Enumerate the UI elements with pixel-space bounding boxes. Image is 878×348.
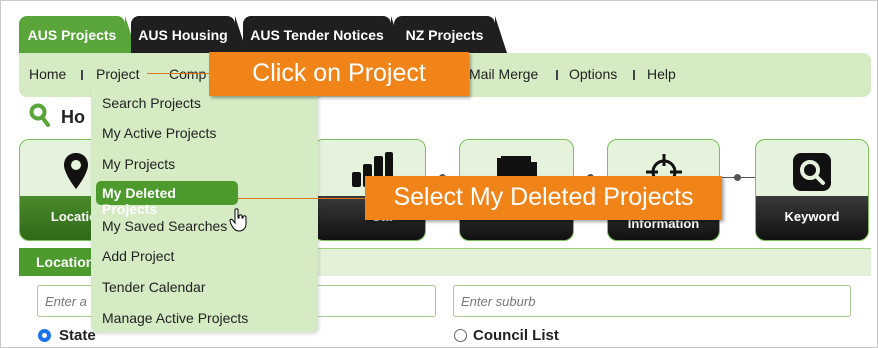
tab-aus-housing[interactable]: AUS Housing [131, 16, 247, 53]
radio-council-list-label: Council List [473, 327, 559, 344]
project-dropdown-menu: Search Projects My Active Projects My Pr… [91, 87, 318, 332]
menu-item-my-projects[interactable]: My Projects [102, 156, 175, 172]
menu-item-my-active-projects[interactable]: My Active Projects [102, 125, 216, 141]
screenshot-frame: AUS Projects AUS Housing AUS Tender Noti… [0, 0, 878, 348]
tab-nz-projects[interactable]: NZ Projects [394, 16, 507, 53]
nav-separator [556, 70, 558, 80]
location-section-tab[interactable]: Location [19, 248, 94, 276]
connector-dot [734, 174, 741, 181]
tab-label: AUS Projects [27, 26, 117, 43]
tab-aus-projects[interactable]: AUS Projects [19, 16, 137, 53]
tab-label: AUS Tender Notices [250, 26, 384, 43]
radio-state-label: State [59, 327, 96, 344]
nav-home[interactable]: Home [29, 66, 66, 82]
page-title: Ho [61, 107, 85, 127]
menu-item-tender-calendar[interactable]: Tender Calendar [102, 279, 206, 295]
radio-state[interactable] [38, 329, 51, 342]
menu-item-search-projects[interactable]: Search Projects [102, 95, 201, 111]
map-pin-icon [64, 153, 88, 189]
search-icon [29, 103, 50, 127]
suburb-input[interactable]: Enter suburb [453, 285, 851, 317]
nav-comp[interactable]: Comp [169, 66, 206, 82]
menu-item-my-deleted-projects[interactable]: My Deleted Projects [96, 181, 238, 217]
radio-council-list[interactable] [454, 329, 467, 342]
callout-click-project: Click on Project [209, 52, 469, 96]
tab-aus-tender-notices[interactable]: AUS Tender Notices [243, 16, 403, 53]
card-label: Keyword [784, 209, 840, 224]
nav-separator [633, 70, 635, 80]
tab-label: NZ Projects [405, 26, 484, 43]
nav-project[interactable]: Project [96, 66, 140, 82]
card-keyword[interactable]: Keyword [755, 139, 869, 241]
tab-label: AUS Housing [138, 26, 228, 43]
search-icon [793, 153, 831, 191]
callout-select-deleted: Select My Deleted Projects [365, 176, 722, 220]
nav-options[interactable]: Options [569, 66, 617, 82]
menu-item-add-project[interactable]: Add Project [102, 248, 174, 264]
menu-item-my-saved-searches[interactable]: My Saved Searches [102, 218, 227, 234]
nav-help[interactable]: Help [647, 66, 676, 82]
callout-pointer-line [147, 73, 209, 74]
callout-pointer-line [238, 198, 365, 199]
hand-cursor-icon [229, 208, 247, 232]
nav-mail-merge[interactable]: Mail Merge [469, 66, 538, 82]
nav-separator [81, 70, 83, 80]
menu-item-manage-active-projects[interactable]: Manage Active Projects [102, 310, 248, 326]
